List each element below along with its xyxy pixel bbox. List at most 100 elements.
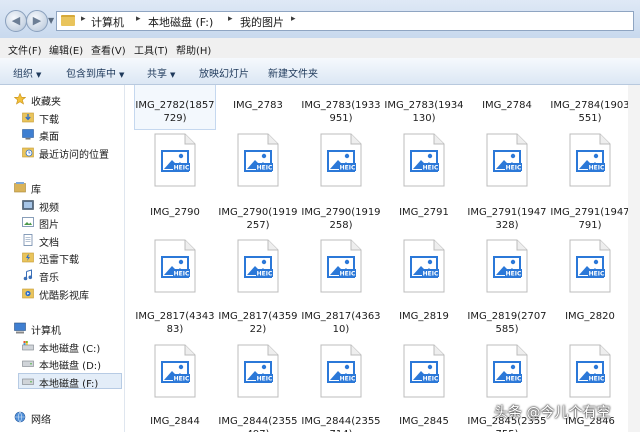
include-in-library-button[interactable]: 包含到库中 ▼ [66,65,124,80]
menu-tools[interactable]: 工具(T) [134,42,168,57]
file-name: IMG_2783(1933 951) [299,99,383,125]
heic-file-icon: HEIC [154,133,196,187]
breadcrumb-separator-icon[interactable]: ▸ [228,14,233,24]
sidebar-item-computer[interactable]: 计算机 [14,321,114,337]
file-name-line: 22) [249,324,267,335]
svg-text:HEIC: HEIC [174,164,190,171]
sidebar-item-music[interactable]: 音乐 [22,268,120,284]
file-name: IMG_2844(2355714) [299,415,383,432]
downloads-label: 下载 [39,115,59,126]
sidebar-item-desktop[interactable]: 桌面 [22,127,120,143]
vertical-scrollbar[interactable] [628,85,640,432]
file-name-line: IMG_2784(1903 [550,100,630,111]
file-name: IMG_2844 [133,415,217,428]
menu-file[interactable]: 文件(F) [8,42,42,57]
sidebar-item-network[interactable]: 网络 [14,410,114,426]
breadcrumb-separator-icon[interactable]: ▸ [136,14,141,24]
svg-text:HEIC: HEIC [423,164,439,171]
svg-text:HEIC: HEIC [174,270,190,277]
computer-label: 计算机 [31,326,61,337]
file-name-line: 10) [332,324,350,335]
heic-file-icon: HEIC [486,239,528,293]
heic-file-icon: HEIC [569,239,611,293]
hard-drive-icon [22,360,34,367]
file-name: IMG_2790(1919 257) [216,206,300,232]
sidebar-item-thunder-downloads[interactable]: 迅雷下载 [22,250,120,266]
file-name-line: IMG_2782(1857 [135,100,215,111]
hard-drive-icon [22,378,34,385]
chevron-down-icon: ▼ [170,71,176,79]
file-name-line: IMG_2817(4343 [135,311,215,322]
file-name-line: IMG_2845 [399,416,449,427]
heic-file-icon: HEIC [403,239,445,293]
document-library-icon [23,234,33,246]
youku-library-icon [22,288,34,299]
file-name-line: IMG_2844 [150,416,200,427]
file-name-line: 328) [495,220,519,231]
heic-file-icon: HEIC [237,239,279,293]
file-name-line: 729) [163,113,187,124]
svg-text:HEIC: HEIC [257,375,273,382]
svg-text:HEIC: HEIC [589,164,605,171]
file-name-line: 257) [246,220,270,231]
recent-places-icon [22,147,34,158]
favorites-label: 收藏夹 [31,97,61,108]
sidebar-item-downloads[interactable]: 下载 [22,110,120,126]
breadcrumb-drive-f[interactable]: 本地磁盘 (F:) [148,14,213,30]
history-dropdown-icon[interactable]: ▼ [48,16,55,25]
recent-places-label: 最近访问的位置 [39,150,109,161]
file-name-line: IMG_2844(2355 [218,416,298,427]
share-button[interactable]: 共享 ▼ [147,65,175,80]
file-name: IMG_2782(1857 729) [133,99,217,125]
sidebar-item-libraries[interactable]: 库 [14,180,114,196]
menu-help[interactable]: 帮助(H) [176,42,211,57]
breadcrumb-my-pictures[interactable]: 我的图片 [240,14,284,30]
file-name-line: IMG_2784 [482,100,532,111]
sidebar-item-youku-library[interactable]: 优酷影视库 [22,286,120,302]
sidebar-item-drive-d[interactable]: 本地磁盘 (D:) [22,356,120,372]
file-name-line: IMG_2791 [399,207,449,218]
back-button[interactable]: ◀ [5,10,27,32]
sidebar-item-pictures[interactable]: 图片 [22,215,120,231]
breadcrumb-computer[interactable]: 计算机 [91,14,124,30]
menu-edit[interactable]: 编辑(E) [49,42,83,57]
slideshow-button[interactable]: 放映幻灯片 [199,65,249,80]
svg-text:HEIC: HEIC [257,270,273,277]
desktop-label: 桌面 [39,132,59,143]
file-name: IMG_2784(1903 551) [548,99,632,125]
file-name: IMG_2844(2355497) [216,415,300,432]
sidebar-item-drive-c[interactable]: 本地磁盘 (C:) [22,339,120,355]
breadcrumb-separator-icon[interactable]: ▸ [81,14,86,24]
picture-library-icon [22,217,34,227]
breadcrumb-separator-icon[interactable]: ▸ [291,14,296,24]
file-name-line: IMG_2790 [150,207,200,218]
network-icon [14,411,26,423]
file-name: IMG_2790(1919 258) [299,206,383,232]
heic-file-icon: HEIC [237,133,279,187]
file-name: IMG_2790 [133,206,217,219]
forward-button[interactable]: ▶ [26,10,48,32]
share-label: 共享 [147,69,167,80]
drive-f-label: 本地磁盘 (F:) [39,379,99,390]
heic-file-icon: HEIC [154,239,196,293]
new-folder-button[interactable]: 新建文件夹 [268,65,318,80]
heic-file-icon: HEIC [486,344,528,398]
file-name-line: IMG_2790(1919 [218,207,298,218]
file-name-line: 951) [329,113,353,124]
address-box[interactable]: ▸ 计算机 ▸ 本地磁盘 (F:) ▸ 我的图片 ▸ [56,11,634,31]
download-folder-icon [22,112,34,123]
menu-view[interactable]: 查看(V) [91,42,126,57]
svg-text:HEIC: HEIC [257,164,273,171]
computer-icon [14,322,26,334]
sidebar-item-drive-f[interactable]: 本地磁盘 (F:) [18,373,122,390]
libraries-label: 库 [31,185,41,196]
svg-text:HEIC: HEIC [589,375,605,382]
sidebar-item-documents[interactable]: 文档 [22,233,120,249]
sidebar-item-recent-places[interactable]: 最近访问的位置 [22,145,120,161]
heic-file-icon: HEIC [403,133,445,187]
heic-file-icon: HEIC [154,344,196,398]
sidebar-item-favorites[interactable]: 收藏夹 [14,92,114,108]
sidebar-item-videos[interactable]: 视频 [22,198,120,214]
organize-button[interactable]: 组织 ▼ [13,65,41,80]
svg-text:HEIC: HEIC [589,270,605,277]
